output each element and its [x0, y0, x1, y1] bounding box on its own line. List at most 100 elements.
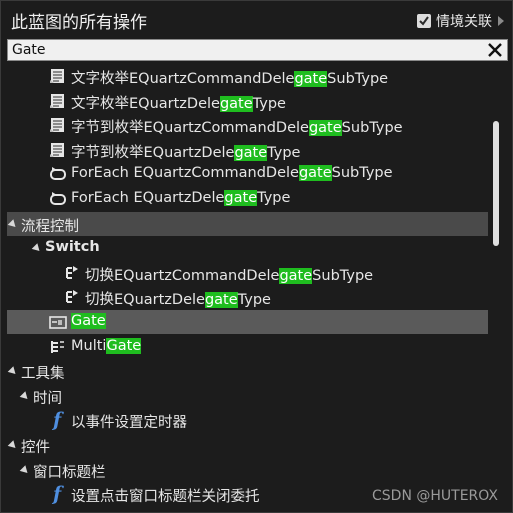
collapse-arrow-icon[interactable]: [19, 390, 31, 402]
action-row[interactable]: 字节到枚举EQuartzCommandDelegateSubType: [7, 113, 488, 137]
row-label: 流程控制: [21, 215, 79, 236]
search-match-highlight: gate: [204, 292, 238, 309]
action-row[interactable]: ForEach EQuartzCommandDelegateSubType: [7, 162, 488, 186]
multigate-node-icon: [49, 339, 67, 355]
menu-header: 此蓝图的所有操作 情境关联: [1, 1, 512, 39]
row-label: 设置点击窗口标题栏关闭委托: [71, 485, 260, 506]
label-text: ForEach EQuartzCommandDele: [71, 165, 299, 182]
action-tree: 文字枚举EQuartzCommandDelegateSubType 文字枚举EQu…: [7, 63, 488, 512]
foreach-node-icon: [49, 191, 67, 207]
label-text: 文字枚举EQuartzDele: [71, 95, 220, 112]
row-label: ForEach EQuartzDelegateType: [71, 190, 290, 206]
search-match-highlight: gate: [224, 190, 258, 206]
label-text: 以事件设置定时器: [71, 415, 187, 432]
search-match-highlight: gate: [308, 120, 342, 137]
row-label: 切换EQuartzDelegateType: [85, 288, 271, 309]
label-text: 切换EQuartzDele: [85, 292, 205, 309]
label-text: SubType: [327, 71, 389, 87]
action-row[interactable]: 切换EQuartzCommandDelegateSubType: [7, 261, 488, 285]
checkmark-icon: [419, 16, 429, 26]
label-text: 时间: [33, 390, 62, 407]
collapse-arrow-icon[interactable]: [7, 366, 19, 377]
label-text: SubType: [331, 165, 393, 182]
switch-node-icon: [63, 265, 81, 281]
action-row[interactable]: ForEach EQuartzDelegateType: [7, 187, 488, 211]
context-checkbox[interactable]: [417, 14, 431, 28]
label-text: SubType: [312, 267, 374, 284]
search-input[interactable]: [12, 41, 482, 59]
category-row[interactable]: 数学: [7, 507, 488, 512]
clear-icon[interactable]: [486, 41, 504, 59]
search-box[interactable]: [7, 39, 508, 61]
enum-node-icon: [49, 142, 67, 158]
label-text: 文字枚举EQuartzCommandDele: [71, 71, 295, 87]
action-row[interactable]: 文字枚举EQuartzDelegateType: [7, 89, 488, 113]
search-match-highlight: gate: [234, 144, 268, 161]
label-text: 设置点击窗口标题栏关闭委托: [71, 489, 260, 506]
context-label: 情境关联: [436, 14, 492, 30]
row-label: 控件: [21, 436, 50, 457]
label-text: ForEach EQuartzDele: [71, 190, 225, 206]
collapse-arrow-icon[interactable]: [19, 464, 31, 476]
row-label: 时间: [33, 387, 62, 408]
enum-node-icon: [49, 93, 67, 109]
gate-node-icon: [49, 314, 67, 330]
search-match-highlight: gate: [294, 71, 328, 87]
label-text: 字节到枚举EQuartzDele: [71, 144, 235, 161]
label-text: SubType: [341, 120, 403, 137]
search-match-highlight: Gate: [71, 313, 106, 329]
row-label: 字节到枚举EQuartzDelegateType: [71, 141, 300, 162]
row-label: 文字枚举EQuartzDelegateType: [71, 92, 286, 113]
row-label: MultiGate: [71, 337, 142, 354]
category-row[interactable]: 时间: [7, 384, 488, 408]
label-text: 字节到枚举EQuartzCommandDele: [71, 120, 309, 137]
search-match-highlight: gate: [219, 95, 253, 112]
row-label: Gate: [71, 313, 106, 329]
scrollbar[interactable]: [490, 63, 502, 503]
label-text: 切换EQuartzCommandDele: [85, 267, 280, 284]
category-row[interactable]: Switch: [7, 236, 488, 260]
label-text: 控件: [21, 440, 50, 456]
action-row[interactable]: f 以事件设置定时器: [7, 408, 488, 432]
action-row[interactable]: 文字枚举EQuartzCommandDelegateSubType: [7, 64, 488, 88]
label-text: Type: [252, 95, 286, 112]
row-label: 切换EQuartzCommandDelegateSubType: [85, 264, 373, 285]
row-label: 以事件设置定时器: [71, 411, 187, 432]
collapse-arrow-icon[interactable]: [7, 218, 19, 230]
label-text: 工具集: [21, 366, 65, 383]
action-row[interactable]: 字节到枚举EQuartzDelegateType: [7, 138, 488, 162]
row-label: Switch: [45, 239, 100, 255]
context-sensitive-toggle[interactable]: 情境关联: [417, 11, 504, 31]
label-text: Multi: [71, 337, 107, 354]
label-text: 窗口标题栏: [33, 464, 106, 481]
row-label: 字节到枚举EQuartzCommandDelegateSubType: [71, 116, 403, 137]
row-label: 文字枚举EQuartzCommandDelegateSubType: [71, 67, 388, 88]
function-icon: f: [53, 483, 62, 506]
action-row[interactable]: 切换EQuartzDelegateType: [7, 285, 488, 309]
expand-arrow-icon[interactable]: [498, 16, 504, 26]
action-row[interactable]: MultiGate: [7, 335, 488, 359]
category-row[interactable]: 控件: [7, 433, 488, 457]
search-match-highlight: gate: [298, 165, 332, 182]
label-text: Type: [267, 144, 301, 161]
category-row[interactable]: 工具集: [7, 359, 488, 383]
label-text: 流程控制: [21, 218, 79, 235]
switch-node-icon: [63, 289, 81, 305]
collapse-arrow-icon[interactable]: [7, 440, 19, 451]
row-label: ForEach EQuartzCommandDelegateSubType: [71, 165, 393, 182]
menu-title: 此蓝图的所有操作: [11, 13, 147, 33]
action-row[interactable]: Gate: [7, 310, 488, 334]
search-match-highlight: Gate: [106, 337, 142, 354]
row-label: 窗口标题栏: [33, 461, 106, 482]
category-row[interactable]: 流程控制: [7, 211, 488, 236]
foreach-node-icon: [49, 166, 67, 182]
collapse-arrow-icon[interactable]: [31, 243, 43, 254]
watermark: CSDN @HUTEROX: [372, 488, 498, 504]
label-text: Type: [257, 190, 291, 206]
enum-node-icon: [49, 117, 67, 133]
search-match-highlight: gate: [279, 267, 313, 284]
function-icon: f: [53, 409, 62, 432]
enum-node-icon: [49, 68, 67, 84]
category-row[interactable]: 窗口标题栏: [7, 458, 488, 482]
scrollbar-thumb[interactable]: [493, 121, 499, 246]
